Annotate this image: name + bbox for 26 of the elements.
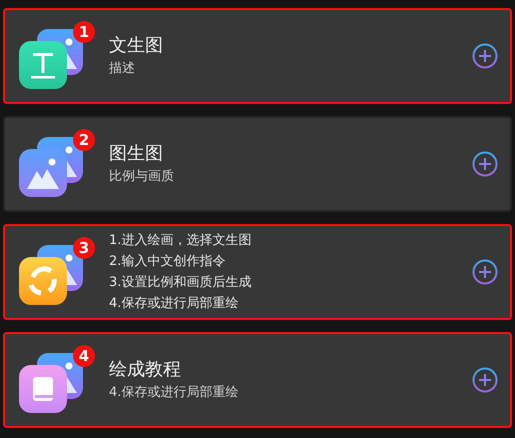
- number-badge: 2: [73, 129, 95, 151]
- card-title: 文生图: [109, 34, 164, 58]
- step-text: 3.设置比例和画质后生成: [109, 274, 252, 292]
- circular-arrows-app-icon: [19, 257, 67, 305]
- feature-card[interactable]: 4 绘成教程 4.保存或进行局部重绘: [3, 332, 512, 428]
- feature-card[interactable]: 3 1.进入绘画，选择文生图 2.输入中文创作指令 3.设置比例和画质后生成 4.保存或进行局部重绘: [3, 224, 512, 320]
- add-icon[interactable]: [472, 367, 498, 393]
- card-subtitle: 4.保存或进行局部重绘: [109, 384, 240, 402]
- feature-card[interactable]: 2 图生图 比例与画质: [3, 116, 512, 212]
- step-text: 2.输入中文创作指令: [109, 253, 226, 271]
- add-icon[interactable]: [472, 259, 498, 285]
- feature-card[interactable]: 1 文生图 描述: [3, 8, 512, 104]
- image-app-icon: [19, 149, 67, 197]
- text-app-icon: [19, 41, 67, 89]
- step-text: 1.进入绘画，选择文生图: [109, 232, 252, 250]
- add-icon[interactable]: [472, 151, 498, 177]
- number-badge: 1: [73, 21, 95, 43]
- book-app-icon: [19, 365, 67, 413]
- step-text: 4.保存或进行局部重绘: [109, 295, 240, 313]
- add-icon[interactable]: [472, 43, 498, 69]
- number-badge: 4: [73, 345, 95, 367]
- number-badge: 3: [73, 237, 95, 259]
- card-title: 绘成教程: [109, 358, 182, 382]
- card-title: 图生图: [109, 142, 164, 166]
- card-subtitle: 描述: [109, 60, 136, 78]
- card-subtitle: 比例与画质: [109, 168, 175, 186]
